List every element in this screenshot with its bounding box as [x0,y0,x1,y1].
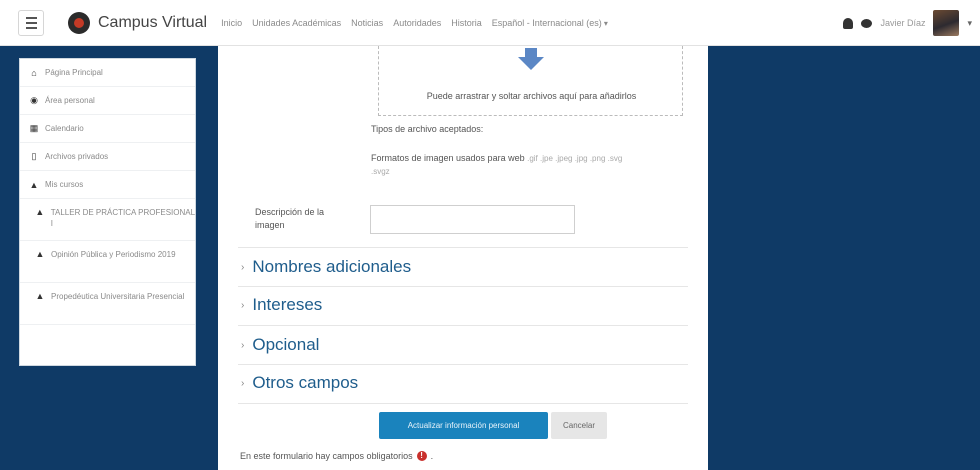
chevron-right-icon: › [241,261,245,273]
sidebar-item-course[interactable]: ▲ Opinión Pública y Periodismo 2019 [20,241,195,283]
sidebar-item-label: TALLER DE PRÁCTICA PROFESIONAL I [50,208,195,228]
avatar[interactable] [933,10,960,36]
dropzone-text: Puede arrastrar y soltar archivos aquí p… [426,91,637,101]
upload-arrow-icon [518,48,544,70]
sidebar-item-label: Archivos privados [45,152,109,161]
update-profile-button[interactable]: Actualizar información personal [379,412,548,439]
required-note-text: En este formulario hay campos obligatori… [240,451,413,461]
formats-extensions: .gif .jpe .jpeg .jpg .png .svg [527,154,623,163]
formats-info: Formatos de imagen usados para web .gif … [371,152,691,178]
sidebar-item-dashboard[interactable]: ◉ Área personal [20,87,195,115]
image-description-input[interactable] [370,205,575,234]
nav-link-historia[interactable]: Historia [451,18,482,28]
cancel-button[interactable]: Cancelar [551,412,607,439]
calendar-icon: ▦ [29,123,39,133]
divider [238,364,688,365]
dashboard-icon: ◉ [30,95,38,105]
section-optional[interactable]: › Opcional [241,335,319,355]
sidebar-item-calendar[interactable]: ▦ Calendario [20,115,195,143]
sidebar-item-label: Área personal [45,96,95,105]
nav-link-autoridades[interactable]: Autoridades [393,18,441,28]
sidebar-item-home[interactable]: ⌂ Página Principal [20,59,195,87]
home-icon: ⌂ [31,67,37,78]
sidebar-item-label: Propedéutica Universitaria Presencial [51,292,185,301]
brand-title[interactable]: Campus Virtual [98,14,207,32]
message-icon[interactable] [861,18,873,28]
language-label: Español - Internacional (es) [491,17,602,28]
graduation-cap-icon: ▲ [35,291,45,301]
top-nav-links: Inicio Unidades Académicas Noticias Auto… [221,18,608,28]
menu-toggle-button[interactable] [18,9,44,36]
divider [238,403,688,404]
language-menu[interactable]: Español - Internacional (es) ▾ [492,18,608,28]
graduation-cap-icon: ▲ [35,207,45,217]
bell-icon[interactable] [843,17,854,29]
nav-link-inicio[interactable]: Inicio [221,18,242,28]
hamburger-icon [25,26,37,29]
top-navbar: Campus Virtual Inicio Unidades Académica… [0,0,980,46]
section-other-fields[interactable]: › Otros campos [241,373,358,393]
sidebar-item-course[interactable]: ▲ Propedéutica Universitaria Presencial [20,283,195,325]
section-interests[interactable]: › Intereses [241,295,322,315]
section-title: Intereses [252,295,323,314]
required-icon: ! [416,451,427,461]
chevron-right-icon: › [241,299,245,311]
nav-link-noticias[interactable]: Noticias [351,18,383,28]
section-title: Opcional [252,335,320,354]
sidebar-item-label: Calendario [45,124,84,133]
sidebar-item-label: Mis cursos [45,180,84,189]
nav-link-unidades[interactable]: Unidades Académicas [252,18,341,28]
section-title: Otros campos [252,373,359,392]
sidebar-item-label: Opinión Pública y Periodismo 2019 [51,250,176,259]
user-name[interactable]: Javier Díaz [880,18,925,28]
file-icon: ▯ [31,151,37,161]
user-area: Javier Díaz ▾ [843,0,980,46]
sidebar: ⌂ Página Principal ◉ Área personal ▦ Cal… [19,58,196,366]
section-title: Nombres adicionales [252,257,412,276]
logo-icon[interactable] [68,11,90,34]
required-note-period: . [430,451,434,461]
divider [238,286,688,287]
sidebar-item-course[interactable]: ▲ TALLER DE PRÁCTICA PROFESIONAL I [20,199,195,241]
graduation-cap-icon: ▲ [35,249,45,259]
divider [238,247,688,248]
accepted-types-label: Tipos de archivo aceptados: [371,124,484,134]
chevron-right-icon: › [241,339,245,351]
description-label: Descripción de la imagen [255,207,325,230]
file-dropzone[interactable]: Puede arrastrar y soltar archivos aquí p… [378,46,683,116]
sidebar-item-my-courses[interactable]: ▲ Mis cursos [20,171,195,199]
divider [238,325,688,326]
graduation-cap-icon: ▲ [29,179,39,190]
chevron-right-icon: › [241,377,245,389]
hamburger-icon [25,21,37,24]
chevron-down-icon[interactable]: ▾ [967,18,972,29]
required-fields-note: En este formulario hay campos obligatori… [240,451,433,461]
section-additional-names[interactable]: › Nombres adicionales [241,257,411,277]
formats-extensions: .svgz [371,167,390,176]
hamburger-icon [25,16,37,19]
formats-label: Formatos de imagen usados para web [371,153,525,163]
chevron-down-icon: ▾ [603,18,608,28]
sidebar-item-private-files[interactable]: ▯ Archivos privados [20,143,195,171]
sidebar-item-label: Página Principal [45,68,103,77]
main-content: Puede arrastrar y soltar archivos aquí p… [218,46,708,470]
